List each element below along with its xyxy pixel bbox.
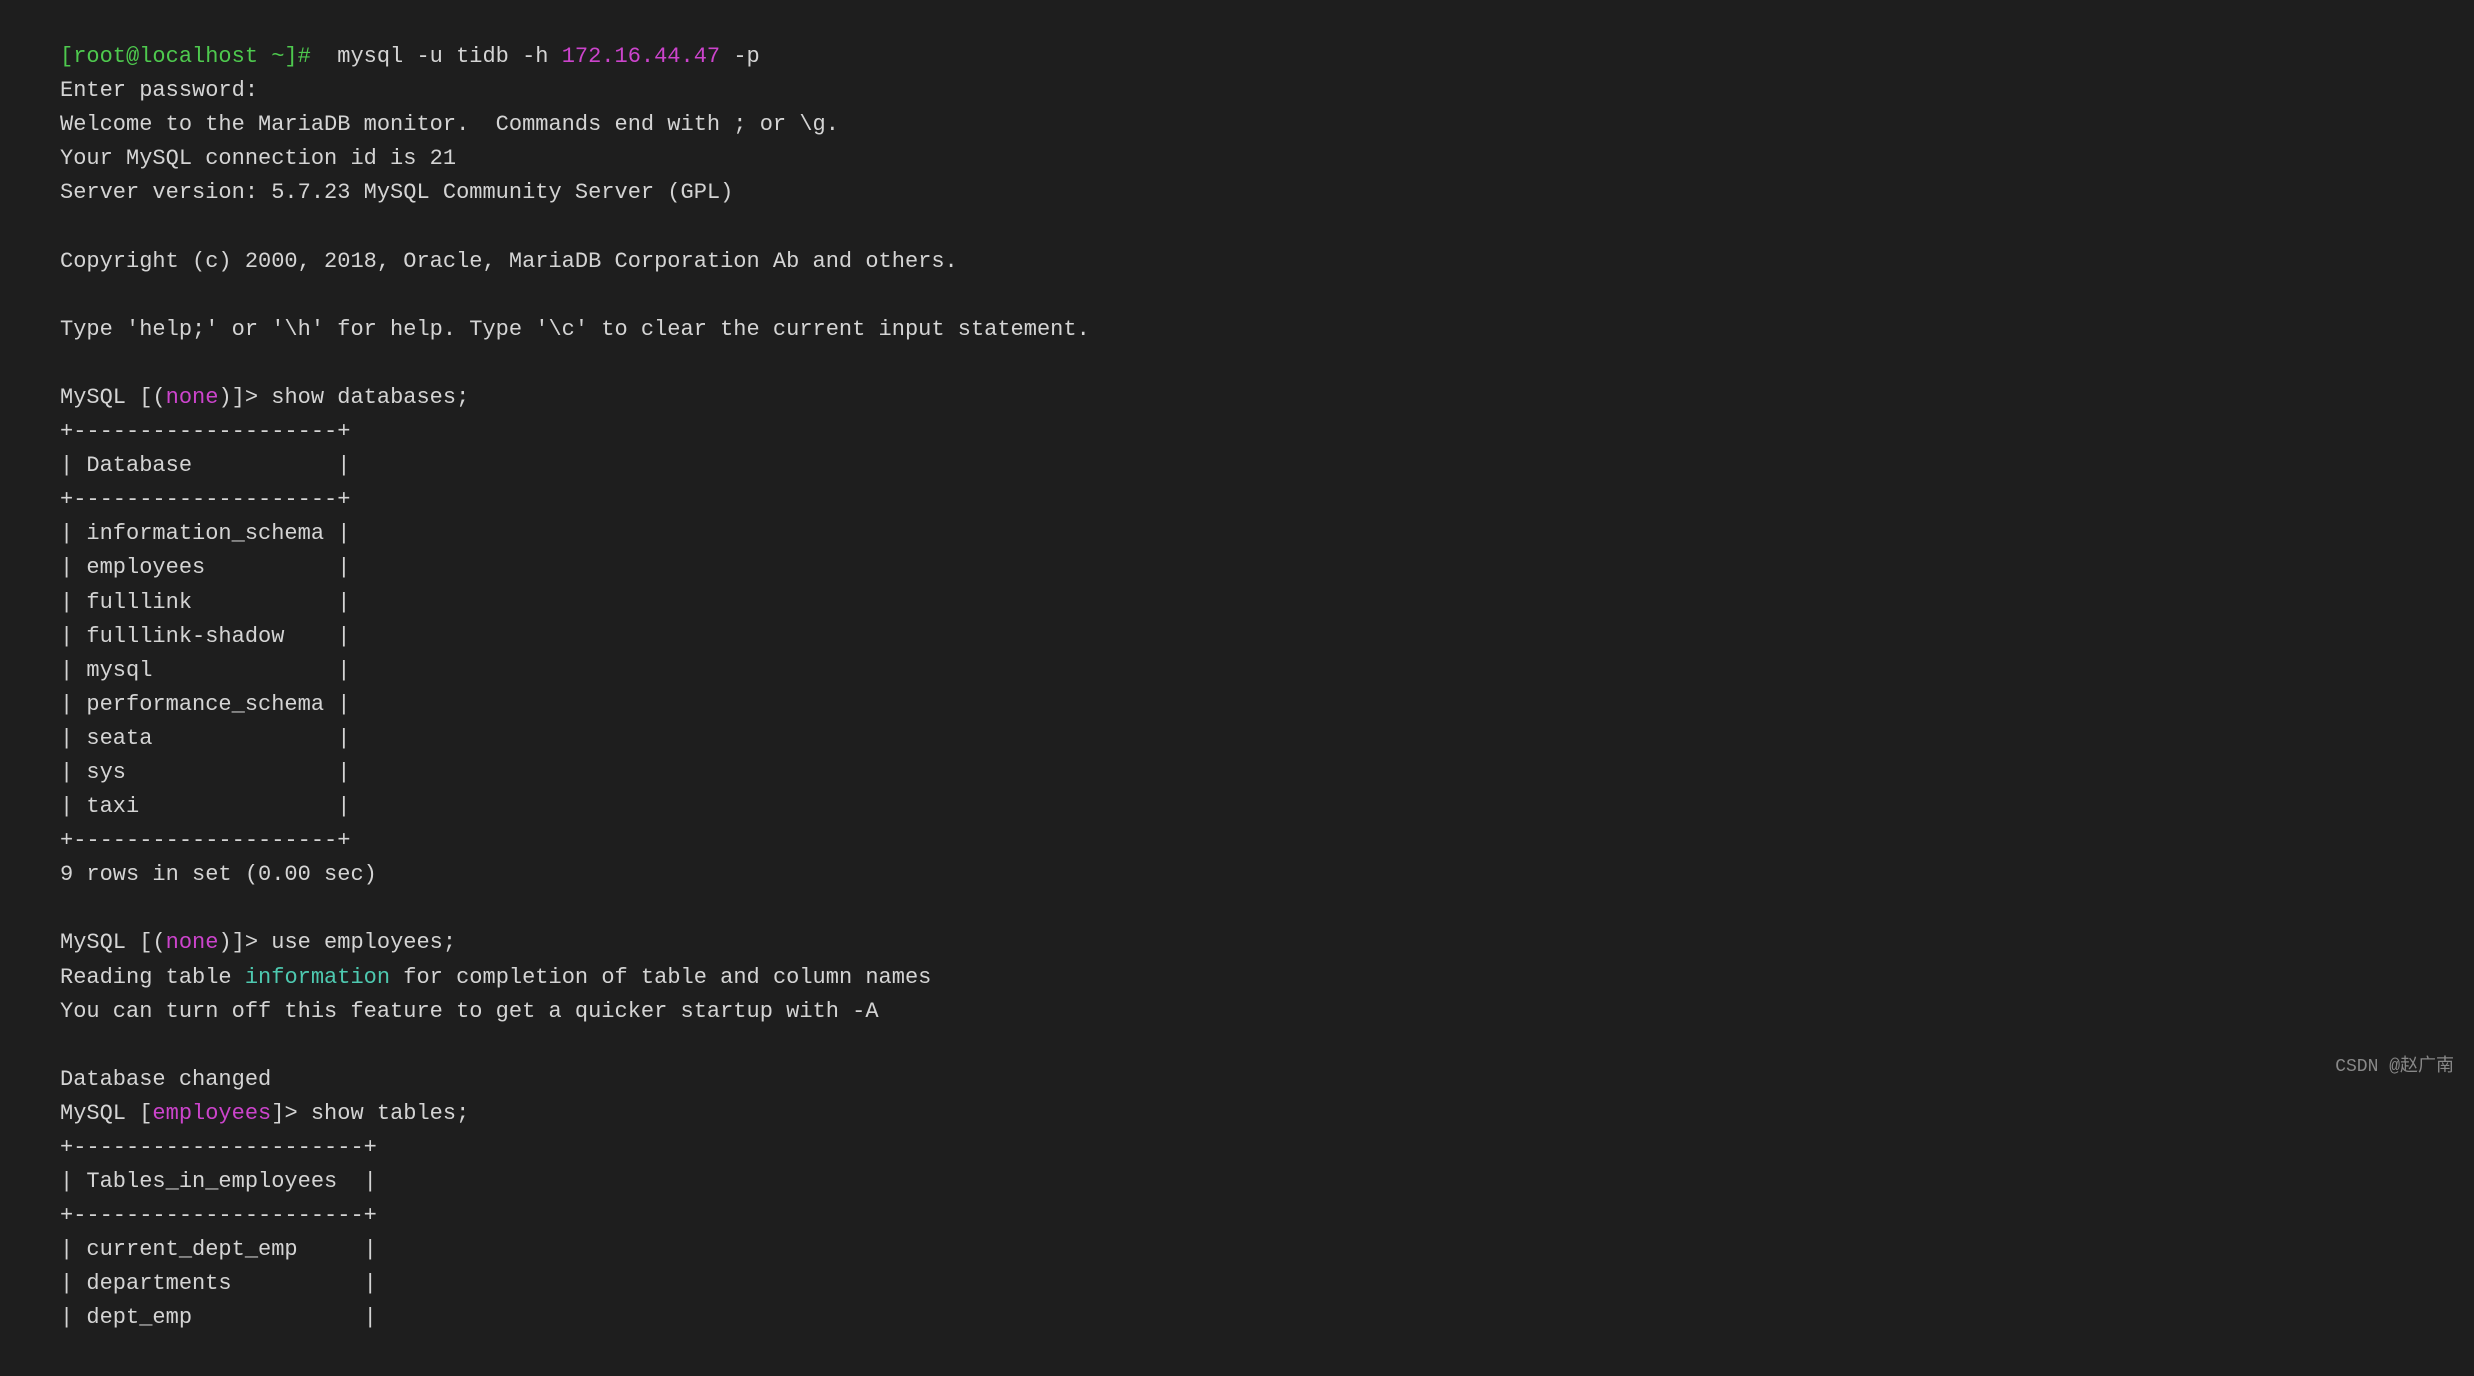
line-use-employees: MySQL [(none)]> use employees; xyxy=(60,926,2414,960)
line-db-border-top: +--------------------+ xyxy=(60,415,2414,449)
line-db-header: | Database | xyxy=(60,449,2414,483)
line-reading-table: Reading table information for completion… xyxy=(60,961,2414,995)
terminal: [root@localhost ~]# mysql -u tidb -h 172… xyxy=(30,20,2444,1356)
line-4: Your MySQL connection id is 21 xyxy=(60,142,2414,176)
line-db-changed: Database changed xyxy=(60,1063,2414,1097)
blank-5 xyxy=(60,1029,2414,1063)
line-db-info_schema: | information_schema | xyxy=(60,517,2414,551)
line-db-employees: | employees | xyxy=(60,551,2414,585)
line-7: Type 'help;' or '\h' for help. Type '\c'… xyxy=(60,313,2414,347)
line-show-tables: MySQL [employees]> show tables; xyxy=(60,1097,2414,1131)
line-tbl-header: | Tables_in_employees | xyxy=(60,1165,2414,1199)
line-tbl-departments: | departments | xyxy=(60,1267,2414,1301)
blank-3 xyxy=(60,347,2414,381)
cmd-text-1: mysql -u tidb -h xyxy=(311,44,562,69)
cmd-text-2: -p xyxy=(720,44,760,69)
output-text: Your MySQL connection id is 21 xyxy=(60,146,456,171)
line-db-sys: | sys | xyxy=(60,756,2414,790)
mysql-db-employees: employees xyxy=(152,1101,271,1126)
blank-2 xyxy=(60,279,2414,313)
blank-4 xyxy=(60,892,2414,926)
line-1: [root@localhost ~]# mysql -u tidb -h 172… xyxy=(60,40,2414,74)
line-db-fulllink-shadow: | fulllink-shadow | xyxy=(60,620,2414,654)
line-tbl-border-mid: +----------------------+ xyxy=(60,1199,2414,1233)
prompt-user: [root@localhost ~]# xyxy=(60,44,311,69)
line-show-databases: MySQL [(none)]> show databases; xyxy=(60,381,2414,415)
ip-address: 172.16.44.47 xyxy=(562,44,720,69)
line-db-mysql: | mysql | xyxy=(60,654,2414,688)
line-db-seata: | seata | xyxy=(60,722,2414,756)
line-db-border-bot: +--------------------+ xyxy=(60,824,2414,858)
line-tbl-current-dept-emp: | current_dept_emp | xyxy=(60,1233,2414,1267)
watermark: CSDN @赵广南 xyxy=(2335,1054,2454,1081)
line-db-taxi: | taxi | xyxy=(60,790,2414,824)
line-2: Enter password: xyxy=(60,74,2414,108)
line-db-fulllink: | fulllink | xyxy=(60,586,2414,620)
output-text: Enter password: xyxy=(60,78,258,103)
output-text: Welcome to the MariaDB monitor. Commands… xyxy=(60,112,839,137)
line-rows-count: 9 rows in set (0.00 sec) xyxy=(60,858,2414,892)
line-turn-off: You can turn off this feature to get a q… xyxy=(60,995,2414,1029)
line-6: Copyright (c) 2000, 2018, Oracle, MariaD… xyxy=(60,245,2414,279)
output-text: Copyright (c) 2000, 2018, Oracle, MariaD… xyxy=(60,249,958,274)
line-db-border-mid: +--------------------+ xyxy=(60,483,2414,517)
mysql-prompt-text: MySQL [(none)]> show databases; xyxy=(60,385,469,410)
line-3: Welcome to the MariaDB monitor. Commands… xyxy=(60,108,2414,142)
output-text: Type 'help;' or '\h' for help. Type '\c'… xyxy=(60,317,1090,342)
line-tbl-border-top: +----------------------+ xyxy=(60,1131,2414,1165)
line-tbl-dept-emp: | dept_emp | xyxy=(60,1301,2414,1335)
line-5: Server version: 5.7.23 MySQL Community S… xyxy=(60,176,2414,210)
line-db-perf-schema: | performance_schema | xyxy=(60,688,2414,722)
mysql-db-none: none xyxy=(166,930,219,955)
output-text: Server version: 5.7.23 MySQL Community S… xyxy=(60,180,733,205)
blank-1 xyxy=(60,210,2414,244)
information-word: information xyxy=(245,965,390,990)
